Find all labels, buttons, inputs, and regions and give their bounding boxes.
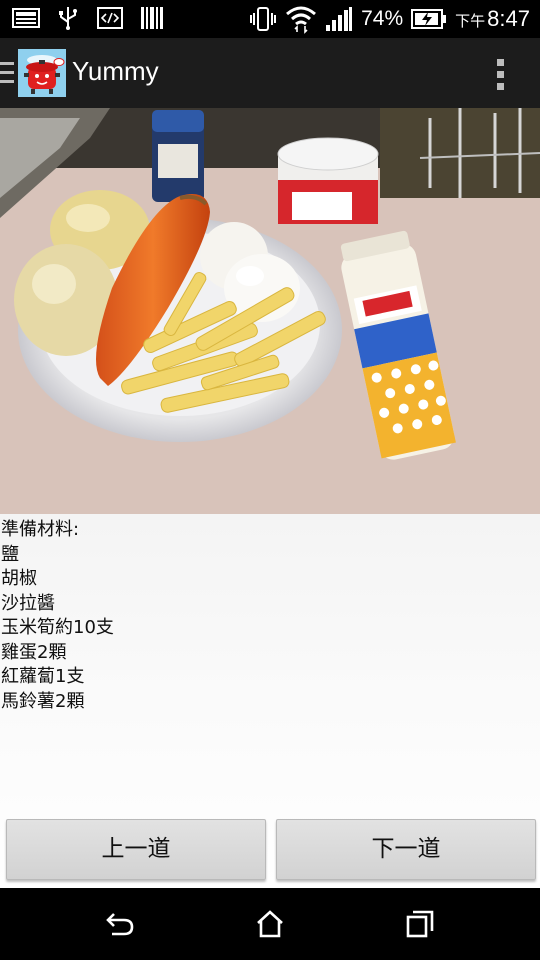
developer-icon xyxy=(97,7,123,29)
action-bar: Yummy xyxy=(0,38,540,110)
battery-percent: 74% xyxy=(361,7,404,30)
clock-time: 8:47 xyxy=(487,6,530,31)
clock: 下午8:47 xyxy=(455,6,530,32)
overflow-menu-icon[interactable] xyxy=(496,58,506,92)
vibrate-icon xyxy=(250,7,277,31)
recipe-content: 準備材料: 鹽 胡椒 沙拉醬 玉米筍約10支 雞蛋2顆 紅蘿蔔1支 馬鈴薯2顆 … xyxy=(0,514,540,888)
ingredient-items: 鹽 胡椒 沙拉醬 玉米筍約10支 雞蛋2顆 紅蘿蔔1支 馬鈴薯2顆 xyxy=(1,543,114,715)
signal-icon xyxy=(326,7,353,31)
barcode-icon xyxy=(141,7,163,29)
clock-ampm: 下午 xyxy=(455,13,486,30)
wifi-icon xyxy=(286,6,317,34)
ingredient-item: 馬鈴薯2顆 xyxy=(1,690,85,712)
home-icon[interactable] xyxy=(254,908,286,940)
ingredient-item: 鹽 xyxy=(1,543,19,565)
ingredient-item: 雞蛋2顆 xyxy=(1,641,67,663)
navigation-bar xyxy=(0,888,540,960)
usb-icon xyxy=(59,7,77,30)
recipe-photo xyxy=(0,108,540,514)
ingredient-item: 玉米筍約10支 xyxy=(1,617,114,638)
notification-icons xyxy=(12,6,166,30)
image-notification-icon xyxy=(12,8,40,28)
battery-charging-icon xyxy=(411,9,447,29)
ingredient-item: 紅蘿蔔1支 xyxy=(1,666,85,687)
previous-recipe-button[interactable]: 上一道 xyxy=(6,819,266,880)
drawer-indicator-icon[interactable] xyxy=(0,60,14,86)
ingredient-list: 準備材料: 鹽 胡椒 沙拉醬 玉米筍約10支 雞蛋2顆 紅蘿蔔1支 馬鈴薯2顆 xyxy=(1,518,114,714)
ingredient-item: 胡椒 xyxy=(1,568,37,589)
recent-apps-icon[interactable] xyxy=(404,908,436,940)
status-bar: 74% 下午8:47 xyxy=(0,0,540,38)
ingredients-heading: 準備材料: xyxy=(1,519,80,540)
app-title: Yummy xyxy=(72,56,159,86)
app-logo-icon[interactable] xyxy=(18,49,66,97)
back-icon[interactable] xyxy=(104,908,136,940)
ingredient-item: 沙拉醬 xyxy=(1,592,55,614)
next-recipe-button[interactable]: 下一道 xyxy=(276,819,536,880)
system-status: 74% 下午8:47 xyxy=(249,4,530,34)
